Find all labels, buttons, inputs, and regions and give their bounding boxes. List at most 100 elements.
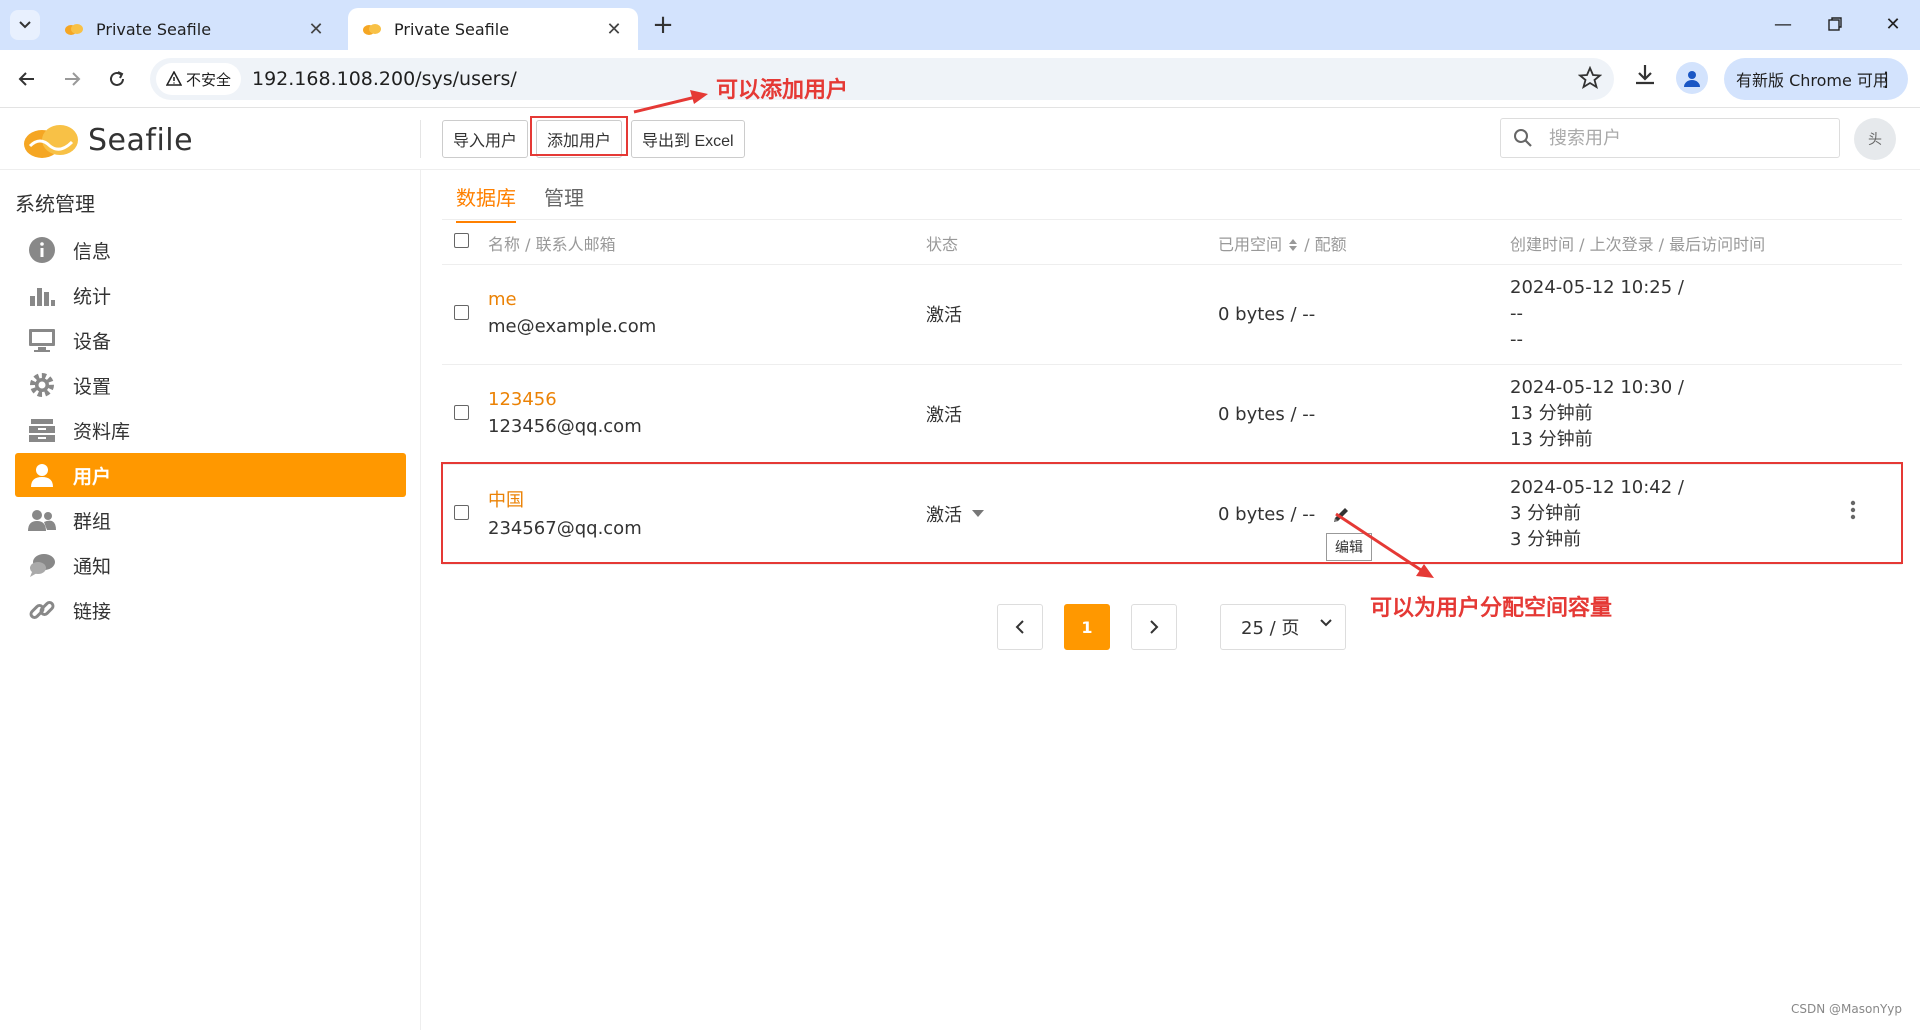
sidebar-item-label: 设置 — [73, 375, 112, 398]
reload-icon[interactable] — [100, 62, 134, 96]
sidebar-item-label: 资料库 — [73, 420, 131, 443]
close-icon[interactable]: ✕ — [306, 19, 326, 40]
table-row: 123456 123456@qq.com 激活 0 bytes / -- 202… — [442, 364, 1902, 465]
user-space: 0 bytes / -- — [1218, 264, 1510, 365]
header-space-label: 已用空间 — [1218, 234, 1283, 254]
user-last-login: -- — [1510, 303, 1523, 324]
sidebar-item-users[interactable]: 用户 — [15, 453, 406, 497]
chevron-down-icon — [19, 21, 31, 29]
header-status: 状态 — [926, 222, 1218, 265]
url-text[interactable]: 192.168.108.200/sys/users/ — [252, 68, 517, 90]
import-users-button[interactable]: 导入用户 — [442, 120, 529, 158]
export-excel-button[interactable]: 导出到 Excel — [631, 120, 745, 158]
row-checkbox[interactable] — [454, 304, 469, 320]
bookmark-star-icon[interactable] — [1577, 65, 1603, 95]
user-search-box[interactable] — [1500, 118, 1840, 158]
avatar-alt-text: 头 — [1868, 132, 1882, 148]
search-input[interactable] — [1549, 125, 1829, 151]
chevron-down-icon — [1320, 619, 1332, 627]
close-icon[interactable]: ✕ — [604, 19, 624, 40]
sidebar-item-notifications[interactable]: 通知 — [15, 543, 406, 587]
per-page-value: 25 / 页 — [1241, 618, 1300, 639]
seafile-favicon-icon — [363, 24, 381, 35]
tab-admins[interactable]: 管理 — [544, 182, 584, 221]
chevron-left-icon — [1015, 620, 1024, 634]
download-icon[interactable] — [1632, 62, 1658, 93]
forward-arrow-icon[interactable] — [55, 62, 89, 96]
row-more-icon[interactable] — [1850, 500, 1856, 525]
user-icon — [27, 460, 57, 490]
main-tabs: 数据库 管理 — [442, 170, 1902, 223]
per-page-select[interactable]: 25 / 页 — [1220, 604, 1346, 650]
gear-icon — [27, 370, 57, 400]
sidebar-item-label: 用户 — [73, 465, 112, 488]
sidebar-item-label: 链接 — [73, 600, 112, 623]
browser-tab-1[interactable]: Private Seafile ✕ — [50, 8, 340, 50]
user-created: 2024-05-12 10:25 / — [1510, 277, 1684, 298]
sidebar-item-stats[interactable]: 统计 — [15, 273, 406, 317]
security-label: 不安全 — [186, 70, 232, 89]
prev-page-button[interactable] — [997, 604, 1043, 650]
browser-tab-strip: Private Seafile ✕ Private Seafile ✕ + — … — [0, 0, 1920, 50]
tab-search-button[interactable] — [10, 10, 40, 40]
back-arrow-icon[interactable] — [10, 62, 44, 96]
chevron-right-icon — [1150, 620, 1159, 634]
sidebar-item-links[interactable]: 链接 — [15, 588, 406, 632]
page-number-button[interactable]: 1 — [1064, 604, 1110, 650]
address-bar[interactable]: 不安全 192.168.108.200/sys/users/ — [150, 58, 1614, 100]
seafile-favicon-icon — [65, 24, 83, 35]
annotation-quota: 可以为用户分配空间容量 — [1370, 596, 1613, 621]
sidebar-item-groups[interactable]: 群组 — [15, 498, 406, 542]
info-icon — [27, 235, 57, 265]
window-close-icon[interactable]: ✕ — [1866, 8, 1920, 40]
seafile-logo[interactable]: Seafile — [20, 118, 193, 162]
table-row: me me@example.com 激活 0 bytes / -- 2024-0… — [442, 264, 1902, 365]
header-space[interactable]: 已用空间 / 配额 — [1218, 222, 1510, 265]
minimize-icon[interactable]: — — [1756, 8, 1810, 40]
sidebar-item-label: 统计 — [73, 285, 112, 308]
security-chip[interactable]: 不安全 — [156, 63, 242, 95]
sort-icon — [1289, 239, 1298, 252]
sidebar-item-label: 设备 — [73, 330, 112, 353]
seafile-logo-icon — [24, 125, 78, 158]
annotation-add-user: 可以添加用户 — [716, 78, 849, 103]
chrome-update-button[interactable]: 有新版 Chrome 可用 ⋮ — [1724, 58, 1908, 100]
sidebar-item-devices[interactable]: 设备 — [15, 318, 406, 362]
link-icon — [27, 595, 57, 625]
sidebar-item-label: 群组 — [73, 510, 112, 533]
annotation-arrowhead-quota — [1416, 564, 1434, 578]
browser-tab-2[interactable]: Private Seafile ✕ — [348, 8, 638, 50]
sidebar-item-label: 信息 — [73, 240, 112, 263]
tab-database[interactable]: 数据库 — [456, 182, 516, 223]
highlighted-row-box — [441, 462, 1903, 564]
warning-icon — [166, 71, 182, 86]
row-checkbox[interactable] — [454, 404, 469, 420]
table-header-row: 名称 / 联系人邮箱 状态 已用空间 / 配额 创建时间 / 上次登录 / 最后… — [442, 222, 1902, 265]
update-label: 有新版 Chrome 可用 — [1736, 71, 1889, 90]
user-email: 123456@qq.com — [488, 415, 642, 437]
kebab-menu-icon[interactable]: ⋮ — [1876, 67, 1896, 91]
sidebar-item-info[interactable]: 信息 — [15, 228, 406, 272]
restore-icon[interactable] — [1808, 8, 1862, 40]
next-page-button[interactable] — [1131, 604, 1177, 650]
new-tab-plus-icon[interactable]: + — [648, 10, 678, 40]
user-last-access: 13 分钟前 — [1510, 429, 1593, 450]
header-quota-label: / 配额 — [1304, 234, 1347, 254]
edit-tooltip: 编辑 — [1326, 533, 1372, 561]
user-email: me@example.com — [488, 315, 657, 337]
user-space: 0 bytes / -- — [1218, 364, 1510, 465]
user-last-access: -- — [1510, 329, 1523, 350]
sidebar-item-libraries[interactable]: 资料库 — [15, 408, 406, 452]
watermark: CSDN @MasonYyp — [1791, 1002, 1902, 1016]
add-user-highlight-box — [530, 116, 628, 156]
admin-sidebar: 系统管理 信息 统计 设备 设置 资料库 用户 群组 通知 链接 — [0, 170, 421, 1030]
profile-icon[interactable] — [1676, 62, 1708, 94]
avatar[interactable]: 头 — [1854, 118, 1896, 160]
sidebar-item-settings[interactable]: 设置 — [15, 363, 406, 407]
select-all-checkbox[interactable] — [454, 233, 469, 249]
user-name-link[interactable]: 123456 — [488, 389, 926, 410]
user-name-link[interactable]: me — [488, 289, 926, 310]
monitor-icon — [27, 325, 57, 355]
archive-icon — [27, 415, 57, 445]
bar-chart-icon — [27, 280, 57, 310]
